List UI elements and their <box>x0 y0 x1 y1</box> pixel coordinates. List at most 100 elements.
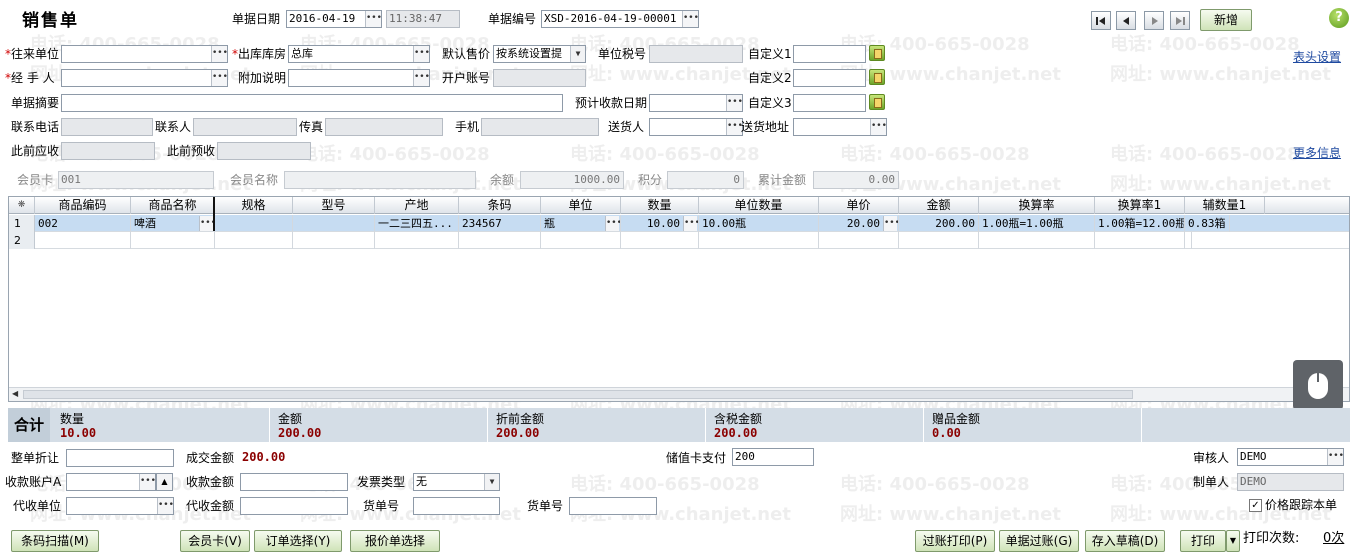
quote-select-button[interactable]: 报价单选择 <box>350 530 440 552</box>
cell-amount[interactable]: 200.00 <box>899 215 979 232</box>
order-select-button[interactable]: 订单选择(Y) <box>254 530 342 552</box>
scroll-thumb[interactable] <box>23 390 1133 399</box>
cell-price[interactable] <box>819 232 899 249</box>
agent-unit-picker-icon[interactable]: ••• <box>157 498 173 514</box>
address-picker-icon[interactable]: ••• <box>870 119 886 135</box>
cell-qty[interactable]: 10.00 ••• <box>621 215 699 232</box>
last-record-button[interactable] <box>1170 11 1190 30</box>
custom3-edit-icon[interactable] <box>869 94 885 110</box>
custom1-edit-icon[interactable] <box>869 45 885 61</box>
product-grid[interactable]: ❋ 商品编码 商品名称 规格 型号 产地 条码 单位 数量 单位数量 单价 金额 换算率 换算率1 辅数量1… <box>8 196 1350 402</box>
column-header[interactable]: 商品编码 <box>35 197 131 214</box>
recv-account-picker-icon[interactable]: ••• <box>139 474 155 490</box>
date-picker-icon[interactable]: ••• <box>365 11 381 27</box>
cell-name[interactable] <box>131 232 215 249</box>
summary-field[interactable] <box>61 94 563 112</box>
custom3-field[interactable] <box>793 94 866 112</box>
custom1-field[interactable] <box>793 45 866 63</box>
next-record-button[interactable] <box>1144 11 1164 30</box>
cell-aux-qty1[interactable] <box>1185 232 1192 249</box>
address-field[interactable]: ••• <box>793 118 887 136</box>
warehouse-picker-icon[interactable]: ••• <box>413 46 429 62</box>
chevron-down-icon[interactable]: ▼ <box>484 474 499 490</box>
discount-field[interactable] <box>66 449 174 467</box>
cell-model[interactable] <box>293 215 375 232</box>
column-header[interactable]: 单价 <box>819 197 899 214</box>
extra-picker-icon[interactable]: ••• <box>413 70 429 86</box>
cell-code[interactable]: 002 <box>35 215 131 232</box>
column-header[interactable]: 条码 <box>459 197 541 214</box>
cell-unit-qty[interactable]: 10.00瓶 <box>699 215 819 232</box>
column-header[interactable]: 单位数量 <box>699 197 819 214</box>
print-button[interactable]: 打印 <box>1180 530 1226 552</box>
deliver-picker-icon[interactable]: ••• <box>726 119 742 135</box>
agent-amount-field[interactable] <box>240 497 348 515</box>
deliver-field[interactable]: ••• <box>649 118 743 136</box>
column-header[interactable]: 换算率1 <box>1095 197 1185 214</box>
extra-field[interactable]: ••• <box>288 69 430 87</box>
header-settings-link[interactable]: 表头设置 <box>1293 48 1341 65</box>
cell-rate1[interactable]: 1.00箱=12.00瓶 <box>1095 215 1185 232</box>
partner-field[interactable]: ••• <box>61 45 228 63</box>
cell-rate[interactable] <box>979 232 1095 249</box>
auditor-field[interactable]: DEMO ••• <box>1237 448 1344 466</box>
price-track-checkbox[interactable]: ✓ <box>1249 499 1262 512</box>
cell-picker-icon[interactable]: ••• <box>199 216 214 231</box>
agent-unit-field[interactable]: ••• <box>66 497 174 515</box>
post-button[interactable]: 单据过账(G) <box>999 530 1079 552</box>
cell-unit-qty[interactable] <box>699 232 819 249</box>
cell-picker-icon[interactable]: ••• <box>883 216 898 231</box>
save-draft-button[interactable]: 存入草稿(D) <box>1085 530 1165 552</box>
print-dropdown-button[interactable]: ▼ <box>1226 530 1240 552</box>
column-header[interactable]: 单位 <box>541 197 621 214</box>
help-icon[interactable]: ? <box>1329 8 1349 28</box>
recv-account-field[interactable]: ••• <box>66 473 156 491</box>
due-field[interactable]: ••• <box>649 94 743 112</box>
cell-unit[interactable]: 瓶 ••• <box>541 215 621 232</box>
cell-aux-qty1[interactable]: 0.83箱 <box>1185 215 1230 232</box>
partner-picker-icon[interactable]: ••• <box>211 46 227 62</box>
cell-rate1[interactable] <box>1095 232 1185 249</box>
column-header[interactable]: 规格 <box>215 197 293 214</box>
waybill-field[interactable] <box>413 497 500 515</box>
date-field[interactable]: 2016-04-19 ••• <box>286 10 382 28</box>
cell-barcode[interactable]: 234567 <box>459 215 541 232</box>
custom2-edit-icon[interactable] <box>869 69 885 85</box>
first-record-button[interactable] <box>1091 11 1111 30</box>
new-button[interactable]: 新增 <box>1200 9 1252 31</box>
chevron-down-icon[interactable]: ▼ <box>570 46 585 62</box>
cell-origin[interactable]: 一二三四五... <box>375 215 459 232</box>
mouse-panel-button[interactable] <box>1293 360 1343 410</box>
column-header[interactable]: 数量 <box>621 197 699 214</box>
cell-rate[interactable]: 1.00瓶=1.00瓶 <box>979 215 1095 232</box>
due-picker-icon[interactable]: ••• <box>726 95 742 111</box>
handler-picker-icon[interactable]: ••• <box>211 70 227 86</box>
cell-spec[interactable] <box>215 232 293 249</box>
column-header[interactable]: 产地 <box>375 197 459 214</box>
price-select[interactable]: 按系统设置提 ▼ <box>493 45 586 63</box>
cell-qty[interactable] <box>621 232 699 249</box>
column-header[interactable]: 商品名称 <box>131 197 215 214</box>
column-header[interactable]: 辅数量1 <box>1185 197 1265 214</box>
recv-amount-field[interactable] <box>240 473 348 491</box>
barcode-scan-button[interactable]: 条码扫描(M) <box>11 530 99 552</box>
cell-name[interactable]: 啤酒 ••• <box>131 215 215 232</box>
prev-record-button[interactable] <box>1116 11 1136 30</box>
table-row[interactable]: 2 <box>9 232 1349 249</box>
post-print-button[interactable]: 过账打印(P) <box>915 530 995 552</box>
cell-origin[interactable] <box>375 232 459 249</box>
waybill-field-2[interactable] <box>569 497 657 515</box>
stored-card-field[interactable]: 200 <box>732 448 814 466</box>
column-header[interactable]: 换算率 <box>979 197 1095 214</box>
cell-spec[interactable] <box>215 215 293 232</box>
horizontal-scrollbar[interactable]: ◀ ▶ <box>9 387 1349 401</box>
cell-barcode[interactable] <box>459 232 541 249</box>
cell-picker-icon[interactable]: ••• <box>605 216 620 231</box>
warehouse-field[interactable]: 总库 ••• <box>288 45 430 63</box>
custom2-field[interactable] <box>793 69 866 87</box>
member-card-button[interactable]: 会员卡(V) <box>180 530 250 552</box>
cell-price[interactable]: 20.00 ••• <box>819 215 899 232</box>
cell-picker-icon[interactable]: ••• <box>683 216 698 231</box>
code-field[interactable]: XSD-2016-04-19-00001 ••• <box>541 10 699 28</box>
cell-unit[interactable] <box>541 232 621 249</box>
